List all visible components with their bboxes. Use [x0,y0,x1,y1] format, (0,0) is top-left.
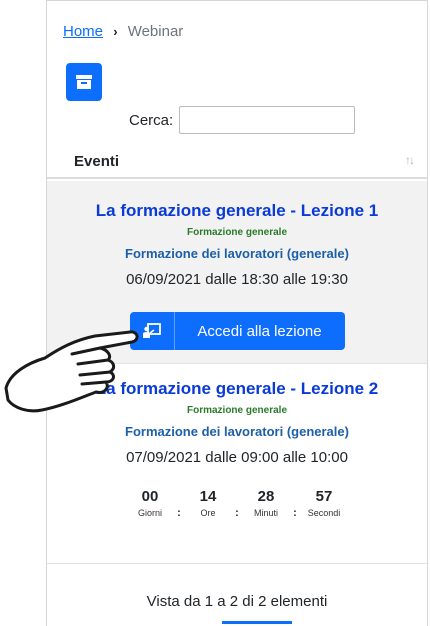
column-header-eventi[interactable]: Eventi [74,153,119,170]
table-info: Vista da 1 a 2 di 2 elementi [146,593,328,610]
countdown-separator: : [177,507,181,519]
countdown-seconds-label: Secondi [307,508,341,518]
archive-button[interactable] [66,63,102,101]
search-row: Cerca: [129,106,356,134]
event-title: La formazione generale - Lezione 2 [95,379,379,398]
countdown-hours: 14 Ore [186,488,230,518]
countdown-hours-label: Ore [200,508,216,518]
countdown: 00 Giorni : 14 Ore : 28 Minuti : 57 Seco… [47,488,427,519]
search-input[interactable] [179,106,356,134]
webinar-panel: Home › Webinar Cerca: Eventi ↑↓ La forma… [46,0,428,626]
countdown-minutes-value: 28 [257,488,275,505]
breadcrumb-home-link[interactable]: Home [63,23,103,40]
countdown-days-value: 00 [141,488,159,505]
event-row: La formazione generale - Lezione 2 Forma… [47,364,427,564]
join-lesson-label: Accedi alla lezione [197,322,322,340]
countdown-days: 00 Giorni [128,488,172,518]
presentation-icon [130,312,175,350]
countdown-separator: : [235,507,239,519]
event-subtitle: Formazione generale [186,227,288,238]
event-course: Formazione dei lavoratori (generale) [125,424,349,439]
pagination-indicator[interactable] [222,621,292,626]
breadcrumb-current: Webinar [127,23,184,40]
join-lesson-button[interactable]: Accedi alla lezione [129,312,345,350]
event-course: Formazione dei lavoratori (generale) [125,246,349,261]
archive-icon [76,75,92,89]
countdown-seconds: 57 Secondi [302,488,346,518]
search-label: Cerca: [129,111,174,129]
breadcrumb: Home › Webinar [63,23,183,40]
event-date: 07/09/2021 dalle 09:00 alle 10:00 [126,449,348,466]
countdown-minutes-label: Minuti [253,508,278,518]
countdown-separator: : [293,507,297,519]
countdown-seconds-value: 57 [315,488,333,505]
countdown-minutes: 28 Minuti [244,488,288,518]
countdown-days-label: Giorni [137,508,162,518]
event-subtitle: Formazione generale [186,405,288,416]
table-header[interactable]: Eventi ↑↓ [47,147,427,179]
event-date: 06/09/2021 dalle 18:30 alle 19:30 [126,271,348,288]
event-row: La formazione generale - Lezione 1 Forma… [47,181,427,364]
sort-icon[interactable]: ↑↓ [405,153,415,167]
countdown-hours-value: 14 [199,488,217,505]
breadcrumb-separator: › [113,24,118,39]
event-title: La formazione generale - Lezione 1 [95,201,379,220]
